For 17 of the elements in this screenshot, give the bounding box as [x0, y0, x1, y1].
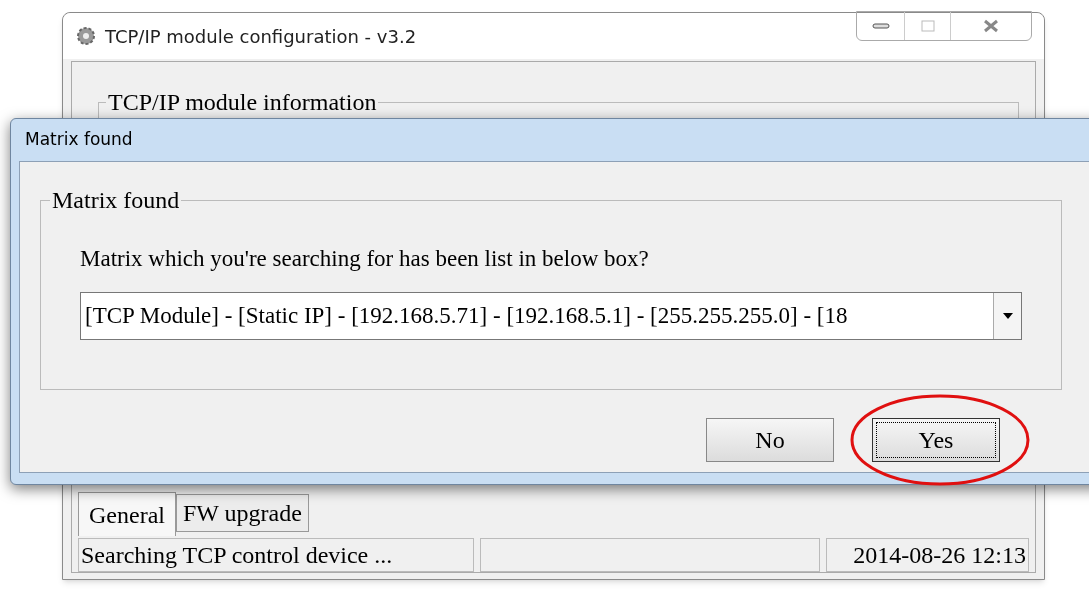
- status-timestamp: 2014-08-26 12:13: [826, 538, 1029, 572]
- message-text: Matrix which you're searching for has been list in below box?: [80, 245, 649, 273]
- tab[interactable]: FW upgrade: [175, 494, 309, 532]
- caret-icon: [1002, 313, 1013, 319]
- dialog-title: Matrix found: [25, 128, 133, 152]
- matrix-combo-box[interactable]: [TCP Module] - [Static IP] - [192.168.5.71] - [192.168.5.1] - [255.255.255.0] - [18: [80, 292, 1022, 340]
- tab[interactable]: General: [78, 492, 176, 536]
- close-icon: [983, 19, 999, 33]
- maximize-icon: [920, 20, 935, 32]
- dropdown-button[interactable]: [993, 293, 1021, 339]
- dialog-button[interactable]: No: [706, 418, 834, 462]
- minimize-icon: [871, 23, 890, 29]
- combo-value: [TCP Module] - [Static IP] - [192.168.5.71] - [192.168.5.1] - [255.255.255.0] - [18: [84, 301, 849, 330]
- gear-icon: [75, 25, 97, 47]
- window-title: TCP/IP module configuration - v3.2: [105, 24, 417, 49]
- dialog-button[interactable]: Yes: [872, 418, 1000, 462]
- status-message: Searching TCP control device ...: [78, 538, 474, 572]
